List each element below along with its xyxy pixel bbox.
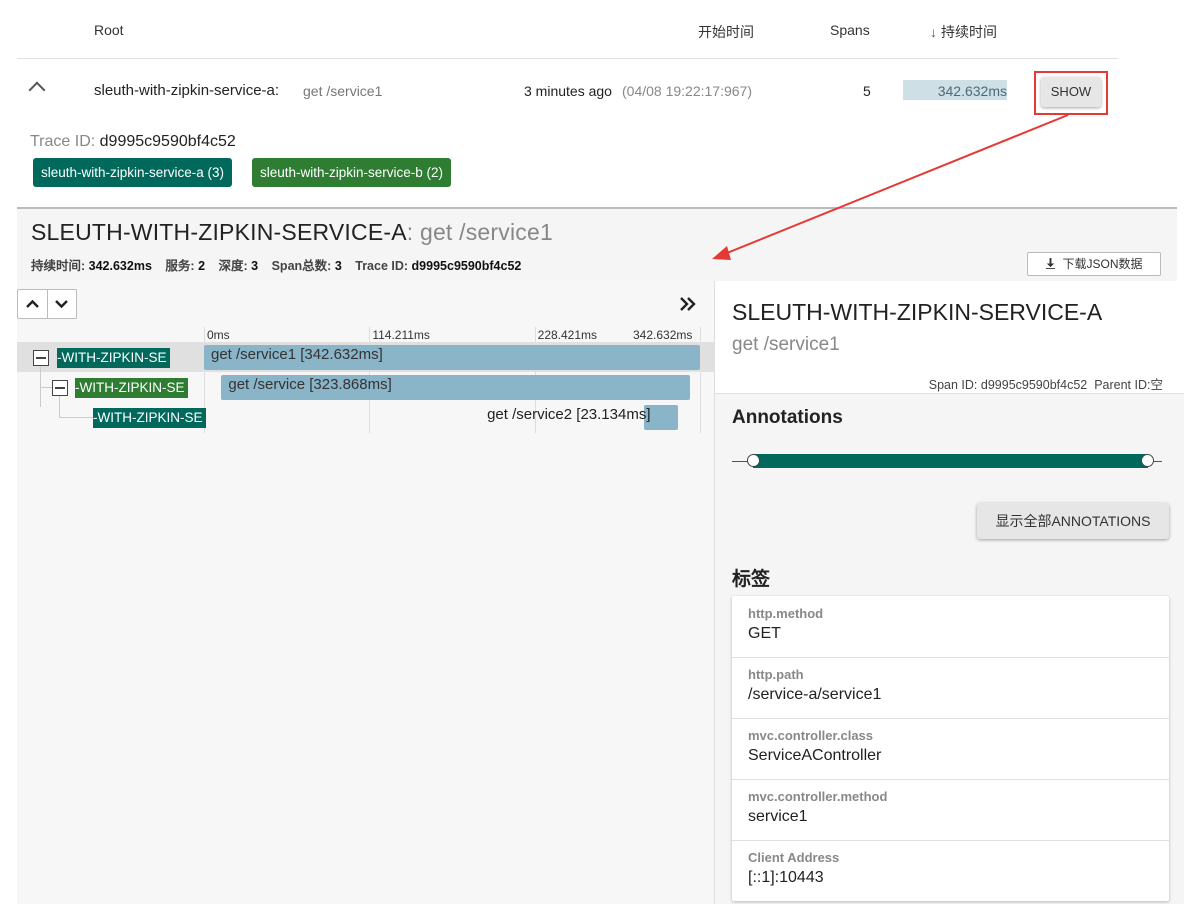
tag-row: mvc.controller.class ServiceAController	[732, 718, 1169, 780]
tag-row: mvc.controller.method service1	[732, 779, 1169, 841]
tick-label: 228.421ms	[537, 328, 598, 342]
chevron-down-icon	[55, 300, 68, 309]
meta-services-label: 服务:	[165, 259, 195, 273]
column-header-start-time[interactable]: 开始时间	[698, 22, 754, 42]
chevron-up-icon	[26, 299, 39, 308]
span-service-label: -WITH-ZIPKIN-SE	[75, 378, 188, 398]
previous-span-button[interactable]	[18, 290, 48, 318]
span-bar-label: get /service1 [342.632ms]	[211, 346, 383, 363]
span-detail-ids: Span ID: d9995c9590bf4c52 Parent ID:空	[929, 374, 1163, 393]
span-bar-label: get /service [323.868ms]	[228, 376, 392, 393]
tag-key: http.path	[748, 667, 804, 682]
trace-id-label: Trace ID:	[30, 133, 96, 150]
span-detail-path: get /service1	[732, 334, 840, 355]
column-header-duration-label: 持续时间	[941, 24, 997, 40]
meta-total-spans: 3	[334, 259, 342, 273]
show-button-highlight: SHOW	[1034, 71, 1108, 115]
trace-timestamp: (04/08 19:22:17:967)	[622, 83, 752, 99]
trace-title: SLEUTH-WITH-ZIPKIN-SERVICE-A: get /servi…	[31, 219, 553, 246]
annotation-start-marker[interactable]	[747, 454, 760, 467]
trace-relative-time: 3 minutes ago	[524, 83, 612, 99]
parent-id-value: 空	[1150, 378, 1163, 392]
tree-connector	[59, 396, 60, 418]
meta-services: 2	[198, 259, 206, 273]
span-id-value: d9995c9590bf4c52	[980, 378, 1088, 392]
annotation-end-marker[interactable]	[1141, 454, 1154, 467]
trace-span-count: 5	[863, 83, 871, 99]
trace-duration: 342.632ms	[937, 83, 1007, 99]
trace-timeline: 0ms 114.211ms 228.421ms 342.632ms -WITH-ZIP…	[17, 281, 714, 904]
span-detail-service: SLEUTH-WITH-ZIPKIN-SERVICE-A	[732, 299, 1103, 325]
show-button[interactable]: SHOW	[1041, 77, 1101, 107]
meta-trace-id-label: Trace ID:	[355, 259, 409, 273]
meta-duration: 342.632ms	[88, 259, 152, 273]
show-all-annotations-button[interactable]: 显示全部ANNOTATIONS	[977, 503, 1169, 539]
meta-total-spans-label: Span总数:	[271, 259, 332, 273]
span-bar-label: get /service2 [23.134ms]	[487, 406, 651, 423]
service-badge-a[interactable]: sleuth-with-zipkin-service-a (3)	[33, 158, 233, 187]
tag-key: Client Address	[748, 850, 840, 865]
tag-row: http.method GET	[732, 596, 1169, 658]
meta-duration-label: 持续时间:	[31, 259, 86, 273]
trace-id-row: Trace ID: d9995c9590bf4c52	[30, 133, 236, 151]
span-detail-panel: SLEUTH-WITH-ZIPKIN-SERVICE-A get /servic…	[714, 281, 1184, 904]
double-chevron-right-icon[interactable]	[679, 293, 697, 319]
span-service-label: -WITH-ZIPKIN-SE	[93, 408, 206, 428]
tag-value: ServiceAController	[748, 747, 882, 764]
span-service-label: -WITH-ZIPKIN-SE	[57, 348, 170, 368]
trace-header: SLEUTH-WITH-ZIPKIN-SERVICE-A: get /servi…	[17, 209, 1177, 281]
trace-title-path: get /service1	[419, 219, 553, 245]
tag-row: http.path /service-a/service1	[732, 657, 1169, 719]
trace-list: Root 开始时间 Spans ↓ 持续时间 sleuth-with-zipkin…	[17, 0, 1118, 207]
meta-depth: 3	[251, 259, 259, 273]
tags-card: http.method GET http.path /service-a/ser…	[732, 596, 1169, 901]
download-json-button[interactable]: 下载JSON数据	[1027, 252, 1161, 276]
header-divider	[17, 58, 1118, 59]
span-id-label: Span ID:	[928, 378, 978, 392]
column-header-root[interactable]: Root	[94, 22, 124, 38]
trace-meta: 持续时间: 342.632ms 服务: 2 深度: 3 Span总数: 3 Tr…	[31, 255, 531, 274]
trace-title-service: SLEUTH-WITH-ZIPKIN-SERVICE-A	[31, 219, 407, 245]
trace-root-service: sleuth-with-zipkin-service-a:	[94, 82, 280, 99]
tag-key: http.method	[748, 606, 824, 621]
trace-root-path: get /service1	[303, 83, 383, 99]
tag-key: mvc.controller.method	[748, 789, 888, 804]
tags-title: 标签	[732, 569, 771, 590]
parent-id-label: Parent ID:	[1094, 378, 1151, 392]
collapse-span-button[interactable]	[33, 350, 49, 366]
download-json-label: 下载JSON数据	[1062, 257, 1143, 271]
annotations-title: Annotations	[732, 407, 843, 428]
tag-value: [::1]:10443	[748, 869, 824, 886]
next-span-button[interactable]	[47, 290, 76, 318]
tag-key: mvc.controller.class	[748, 728, 874, 743]
download-icon	[1046, 258, 1056, 269]
tree-connector	[59, 417, 95, 418]
tag-row: Client Address [::1]:10443	[732, 840, 1169, 901]
trace-id-value: d9995c9590bf4c52	[99, 133, 236, 150]
meta-depth-label: 深度:	[218, 259, 248, 273]
service-badge-b[interactable]: sleuth-with-zipkin-service-b (2)	[252, 158, 452, 187]
tick-label: 342.632ms	[633, 328, 693, 342]
tick-label: 0ms	[207, 328, 230, 342]
span-nav-group	[17, 289, 77, 319]
column-header-duration[interactable]: ↓ 持续时间	[930, 22, 997, 42]
meta-trace-id: d9995c9590bf4c52	[411, 259, 522, 273]
tag-value: service1	[748, 808, 808, 825]
trace-title-sep: :	[406, 219, 414, 245]
tick-label: 114.211ms	[372, 328, 430, 342]
sort-down-icon: ↓	[930, 24, 937, 40]
annotation-span-bar	[753, 454, 1148, 468]
collapse-span-button[interactable]	[52, 380, 68, 396]
tag-value: GET	[748, 625, 781, 642]
column-header-spans[interactable]: Spans	[830, 22, 870, 38]
tag-value: /service-a/service1	[748, 686, 882, 703]
chevron-up-icon[interactable]	[28, 81, 46, 99]
